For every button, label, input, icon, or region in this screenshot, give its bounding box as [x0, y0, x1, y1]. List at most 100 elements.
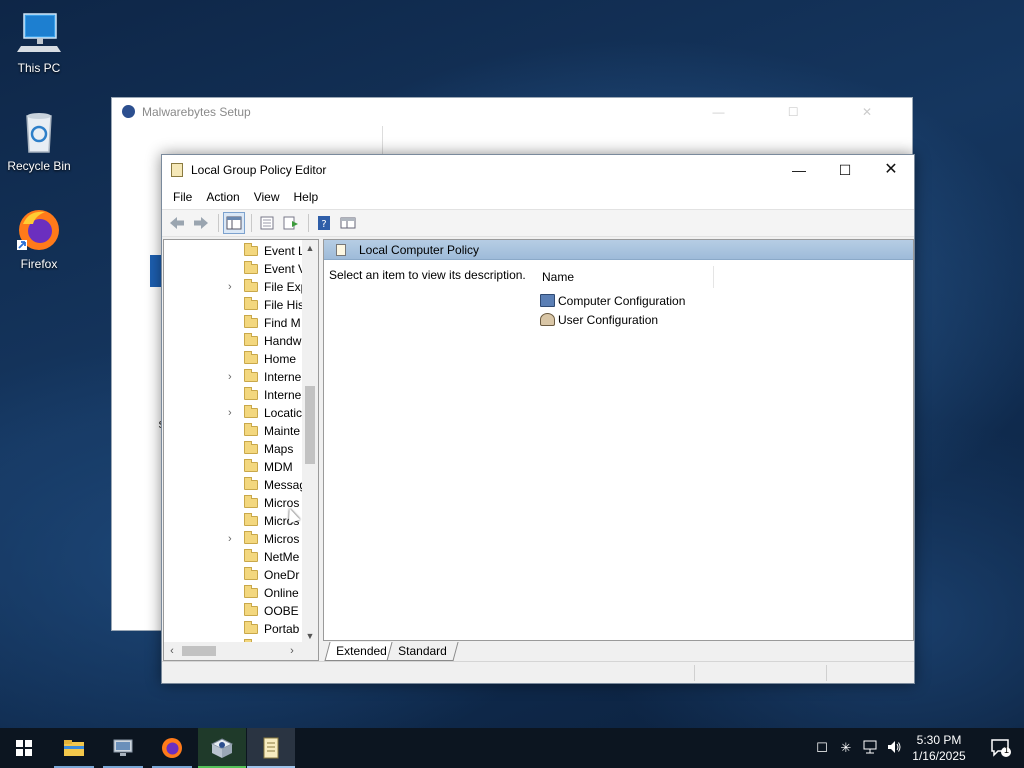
taskbar-firefox[interactable] [148, 728, 196, 768]
folder-icon [244, 459, 258, 472]
folder-icon [244, 567, 258, 580]
clock-date: 1/16/2025 [912, 749, 966, 763]
taskbar-file-explorer[interactable] [50, 728, 98, 768]
toolbar-separator [218, 214, 219, 232]
folder-icon [244, 495, 258, 508]
notification-center-icon[interactable]: 1 [990, 738, 1012, 758]
tree-item-label: File Exp [264, 280, 302, 294]
tree-item[interactable]: › Micros [164, 530, 302, 548]
view-tabs: Extended Standard [323, 642, 914, 662]
recycle-bin-desktop-icon[interactable]: Recycle Bin [4, 108, 74, 173]
tree-horizontal-scrollbar[interactable]: ‹ › [164, 642, 318, 660]
filter-view-icon[interactable] [337, 212, 359, 234]
menu-action[interactable]: Action [199, 185, 246, 209]
tree-item[interactable]: Maps [164, 440, 302, 458]
folder-icon [244, 423, 258, 436]
malwarebytes-window-controls[interactable]: — ☐ ✕ [713, 98, 902, 126]
folder-icon [244, 279, 258, 292]
tree-item[interactable]: File His [164, 296, 302, 314]
tree-item-label: File His [264, 298, 302, 312]
menu-file[interactable]: File [166, 185, 199, 209]
minimize-button[interactable]: — [776, 155, 822, 185]
tree-item[interactable]: Find M [164, 314, 302, 332]
show-hide-tree-icon[interactable] [223, 212, 245, 234]
folder-icon [244, 549, 258, 562]
folder-icon [244, 333, 258, 346]
tree-item[interactable]: OOBE [164, 602, 302, 620]
folder-icon [64, 740, 84, 756]
start-button[interactable] [0, 728, 48, 768]
tree-item[interactable]: Home [164, 350, 302, 368]
tree-item-label: Event L [264, 244, 302, 258]
tree-item-label: Handw [264, 334, 302, 348]
policy-editor-icon [171, 163, 183, 177]
tree-item[interactable]: Online [164, 584, 302, 602]
column-header-name[interactable]: Name [538, 266, 714, 288]
tree-item[interactable]: Micros [164, 494, 302, 512]
tree-item[interactable]: Handw [164, 332, 302, 350]
computer-configuration-label: Computer Configuration [558, 294, 686, 308]
computer-configuration-item[interactable]: Computer Configuration [540, 292, 685, 310]
forward-arrow-icon[interactable] [190, 212, 212, 234]
scroll-right-icon[interactable]: › [284, 642, 300, 660]
expand-chevron-icon[interactable]: › [228, 368, 238, 386]
volume-icon[interactable] [886, 739, 902, 757]
tray-asterisk-icon[interactable]: ✳ [838, 739, 854, 757]
back-arrow-icon[interactable] [166, 212, 188, 234]
tree-item[interactable]: › Interne [164, 368, 302, 386]
menu-help[interactable]: Help [287, 185, 326, 209]
folder-icon [244, 513, 258, 526]
scroll-left-icon[interactable]: ‹ [164, 642, 180, 660]
malwarebytes-logo-icon [122, 105, 135, 118]
tree-scroll-thumb[interactable] [305, 386, 315, 464]
this-pc-desktop-icon[interactable]: This PC [4, 10, 74, 75]
tree-item[interactable]: MDM [164, 458, 302, 476]
tree-item-label: Find M [264, 316, 301, 330]
tree-item-label: Micros [264, 532, 300, 546]
title-bar[interactable]: Local Group Policy Editor — ☐ ✕ [162, 155, 914, 185]
help-icon[interactable]: ? [313, 212, 335, 234]
tree-item[interactable]: Event L [164, 242, 302, 260]
tree-vertical-scrollbar[interactable]: ▲ ▼ [302, 240, 318, 644]
tree-item[interactable]: OneDr [164, 566, 302, 584]
tree-item[interactable]: › Locatic [164, 404, 302, 422]
tree-item-label: Maps [264, 442, 294, 456]
menu-view[interactable]: View [247, 185, 287, 209]
tree-hscroll-thumb[interactable] [182, 646, 216, 656]
taskbar-network-app[interactable] [99, 728, 147, 768]
tree-item[interactable]: › File Exp [164, 278, 302, 296]
close-button[interactable]: ✕ [868, 155, 914, 185]
export-list-icon[interactable] [280, 212, 302, 234]
user-configuration-item[interactable]: User Configuration [540, 311, 658, 329]
tree-item[interactable]: Messag [164, 476, 302, 494]
maximize-button[interactable]: ☐ [822, 155, 868, 185]
system-clock[interactable]: 5:30 PM 1/16/2025 [904, 732, 974, 764]
result-pane[interactable]: Local Computer Policy Select an item to … [323, 239, 914, 641]
system-tray: ☐ ✳ 5:30 PM 1/16/2025 1 [804, 728, 1024, 768]
group-policy-editor-window[interactable]: Local Group Policy Editor — ☐ ✕ File Act… [161, 154, 915, 684]
tray-square-icon[interactable]: ☐ [814, 739, 830, 757]
tree-item[interactable]: Portab [164, 620, 302, 638]
tree-item[interactable]: Micros [164, 512, 302, 530]
expand-chevron-icon[interactable]: › [228, 404, 238, 422]
status-bar [162, 661, 914, 683]
expand-chevron-icon[interactable]: › [228, 530, 238, 548]
folder-icon [244, 603, 258, 616]
network-icon[interactable] [862, 739, 878, 757]
tree-item[interactable]: Mainte [164, 422, 302, 440]
tree-item[interactable]: Interne [164, 386, 302, 404]
properties-sheet-icon[interactable] [256, 212, 278, 234]
taskbar-group-policy-editor[interactable] [247, 728, 295, 768]
console-tree[interactable]: Event L Event V › File Exp File His Find M Han… [163, 239, 319, 661]
tab-standard[interactable]: Standard [386, 642, 459, 661]
taskbar-malwarebytes-setup[interactable] [198, 728, 246, 768]
scroll-up-icon[interactable]: ▲ [302, 240, 318, 256]
network-computer-icon [113, 739, 133, 756]
tree-item[interactable]: Event V [164, 260, 302, 278]
expand-chevron-icon[interactable]: › [228, 278, 238, 296]
firefox-desktop-icon[interactable]: Firefox [4, 206, 74, 271]
malwarebytes-divider [382, 126, 383, 156]
tree-item[interactable]: NetMe [164, 548, 302, 566]
folder-icon [244, 387, 258, 400]
tree-item-label: NetMe [264, 550, 300, 564]
